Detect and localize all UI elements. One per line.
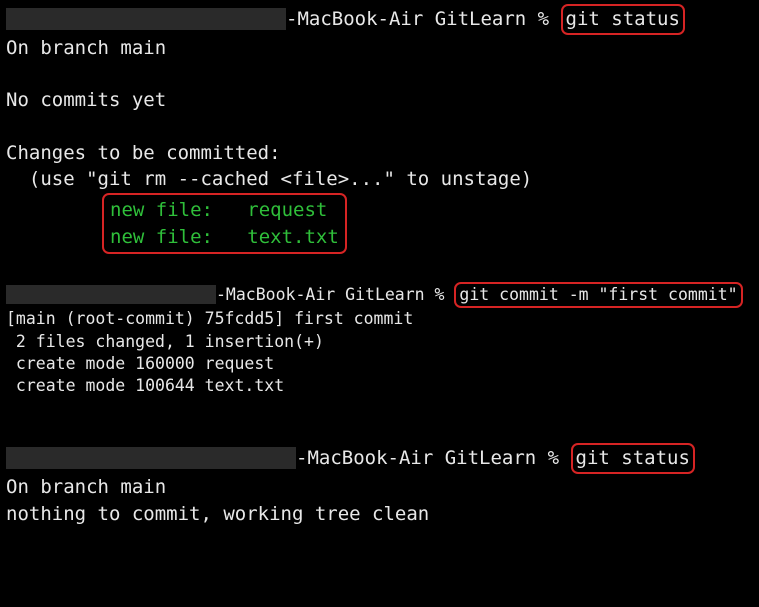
blank-line [6, 61, 753, 87]
staged-file: new file: text.txt [110, 224, 339, 251]
redacted-user [6, 285, 216, 304]
command-highlight: git commit -m "first commit" [454, 282, 742, 308]
command-text: git status [566, 8, 680, 30]
command-text: git status [576, 447, 690, 469]
output-line: Changes to be committed: [6, 140, 753, 167]
redacted-user [6, 8, 286, 30]
prompt-line[interactable]: -MacBook-Air GitLearn % git commit -m "f… [6, 282, 753, 308]
terminal-block-commit: -MacBook-Air GitLearn % git commit -m "f… [6, 282, 753, 397]
command-highlight: git status [571, 443, 695, 474]
redacted-user [6, 447, 296, 469]
host-suffix: -MacBook-Air GitLearn % [216, 285, 454, 304]
staged-file: new file: request [110, 197, 339, 224]
command-text: git commit -m "first commit" [459, 285, 737, 304]
output-line: (use "git rm --cached <file>..." to unst… [6, 166, 753, 193]
output-line: create mode 100644 text.txt [6, 375, 753, 397]
staged-files-highlight: new file: request new file: text.txt [102, 193, 347, 254]
terminal-block-status-2: -MacBook-Air GitLearn % git status On br… [6, 443, 753, 527]
output-line: [main (root-commit) 75fcdd5] first commi… [6, 308, 753, 330]
output-line: On branch main [6, 474, 753, 501]
output-line: On branch main [6, 35, 753, 62]
prompt-line[interactable]: -MacBook-Air GitLearn % git status [6, 4, 753, 35]
host-suffix: -MacBook-Air GitLearn % [286, 8, 561, 30]
output-line: 2 files changed, 1 insertion(+) [6, 331, 753, 353]
command-highlight: git status [561, 4, 685, 35]
prompt-line[interactable]: -MacBook-Air GitLearn % git status [6, 443, 753, 474]
terminal-block-status-1: -MacBook-Air GitLearn % git status On br… [6, 4, 753, 254]
output-line: create mode 160000 request [6, 353, 753, 375]
output-line: nothing to commit, working tree clean [6, 501, 753, 528]
output-line: No commits yet [6, 87, 753, 114]
host-suffix: -MacBook-Air GitLearn % [296, 447, 571, 469]
blank-line [6, 114, 753, 140]
